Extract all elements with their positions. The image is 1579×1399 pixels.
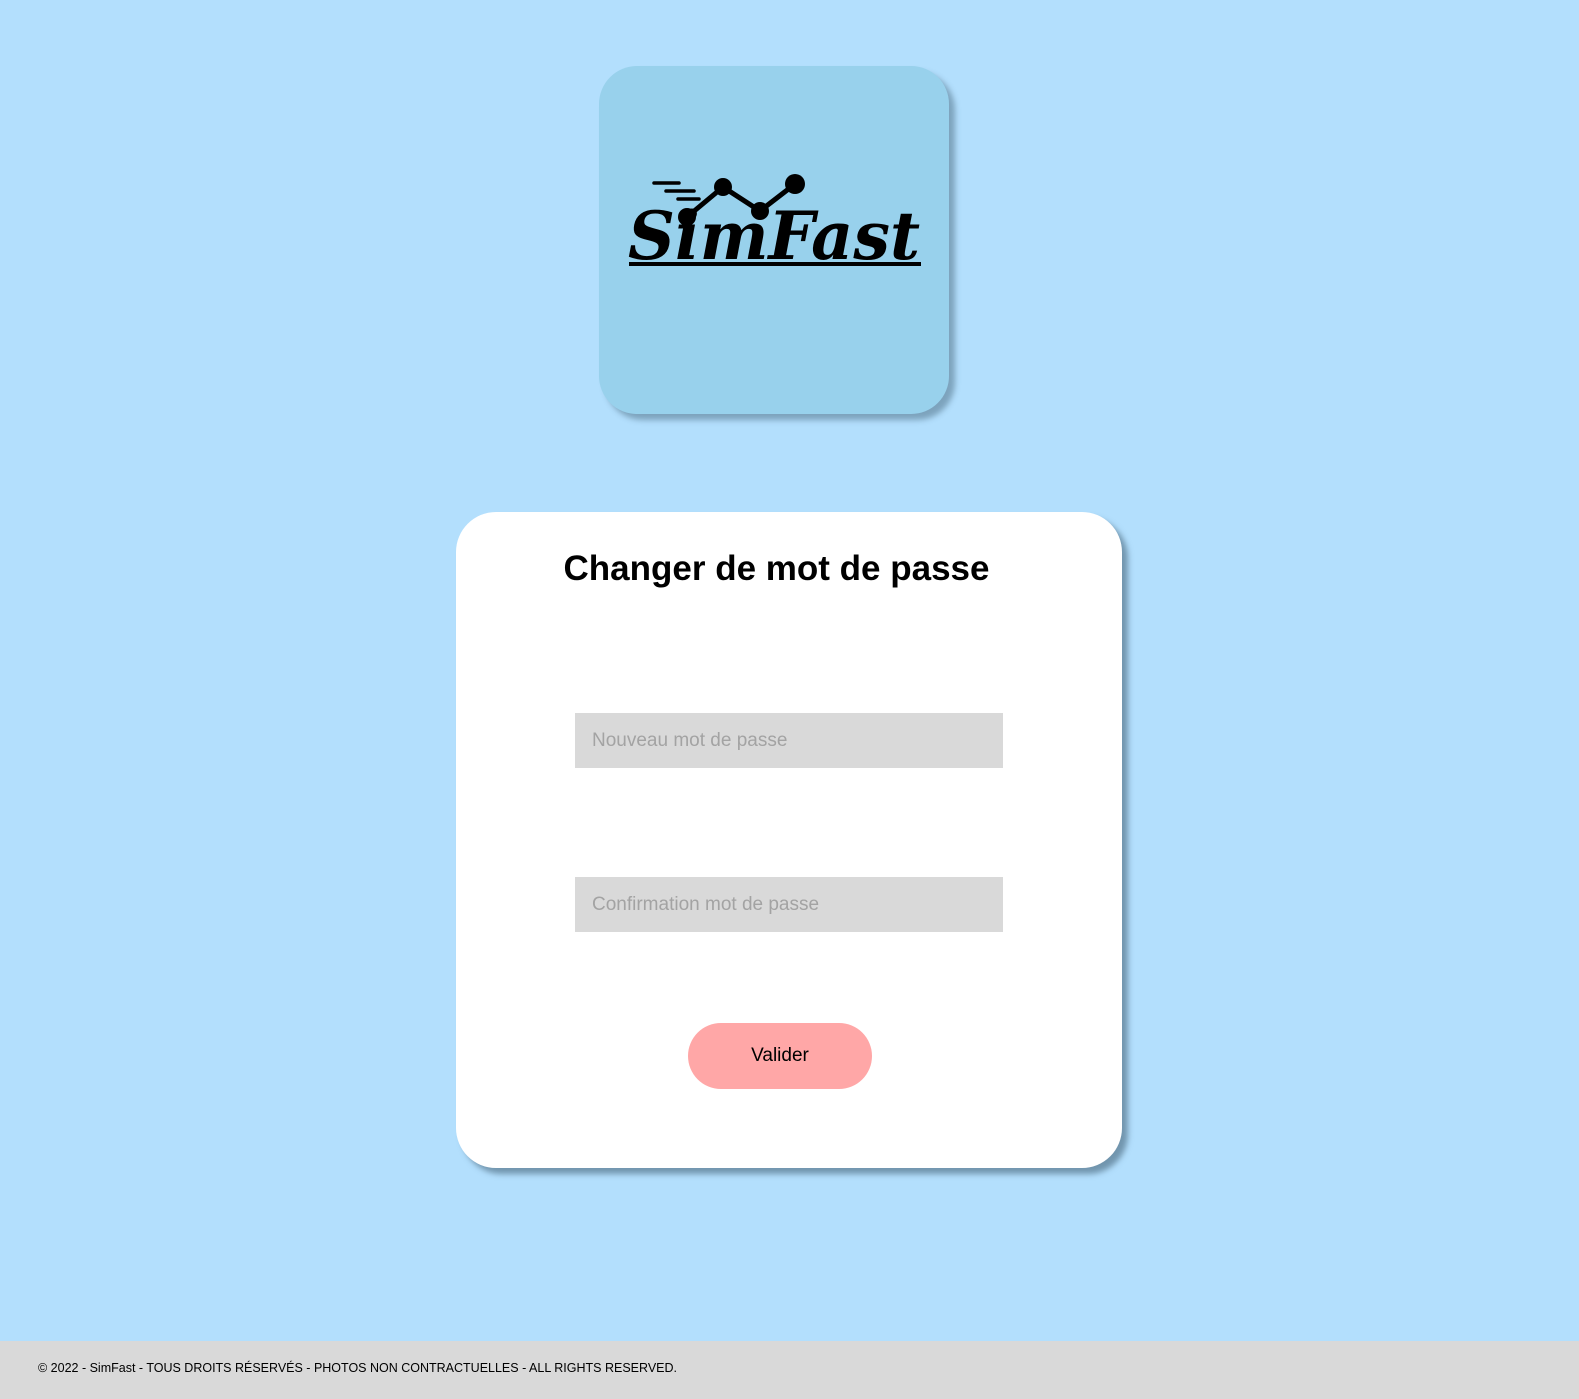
submit-button[interactable]: Valider: [688, 1023, 872, 1089]
confirm-password-input[interactable]: [575, 877, 1003, 932]
change-password-card: Changer de mot de passe Valider: [456, 512, 1122, 1168]
logo-underline: [629, 262, 921, 266]
footer-copyright: © 2022 - SimFast - TOUS DROITS RÉSERVÉS …: [38, 1361, 677, 1375]
logo-tile: SimFast: [599, 66, 949, 414]
footer: © 2022 - SimFast - TOUS DROITS RÉSERVÉS …: [0, 1341, 1579, 1399]
simfast-logo: SimFast: [628, 174, 921, 275]
new-password-input[interactable]: [575, 713, 1003, 768]
page-title: Changer de mot de passe: [563, 549, 990, 588]
